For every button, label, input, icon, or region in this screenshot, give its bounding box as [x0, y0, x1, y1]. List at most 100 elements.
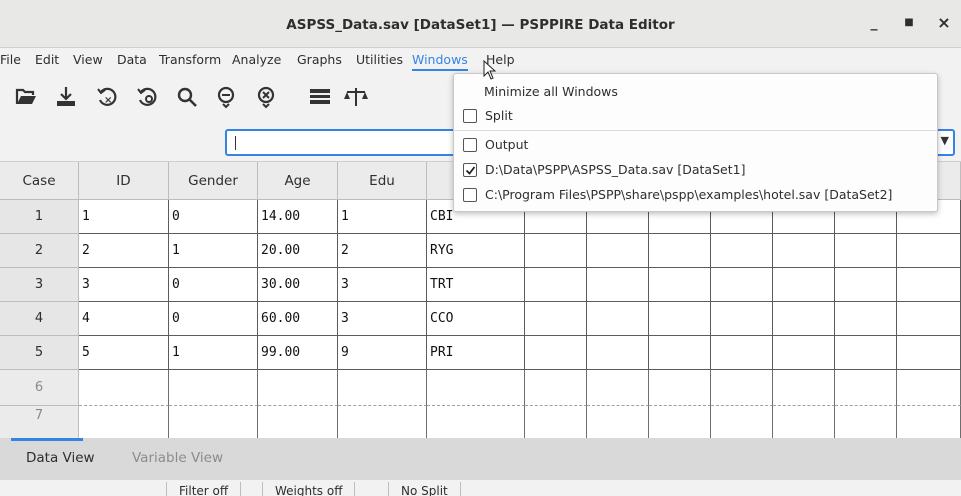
cell-id[interactable]: 3 [79, 268, 169, 302]
cell-edu[interactable]: 2 [338, 234, 427, 268]
menu-file[interactable]: File [0, 52, 21, 67]
empty-cell[interactable] [587, 370, 649, 406]
cell-f[interactable]: TRT [427, 268, 525, 302]
empty-cell[interactable] [169, 406, 258, 438]
tab-data-view[interactable]: Data View [26, 450, 95, 466]
empty-cell[interactable] [835, 336, 897, 370]
empty-cell[interactable] [525, 268, 587, 302]
empty-cell[interactable] [79, 406, 169, 438]
menu-windows[interactable]: Windows [412, 52, 468, 71]
empty-cell[interactable] [711, 302, 773, 336]
menu-item-output[interactable]: Output [454, 133, 937, 157]
empty-cell[interactable] [649, 336, 711, 370]
empty-cell[interactable] [835, 302, 897, 336]
cell-gender[interactable]: 0 [169, 268, 258, 302]
menu-transform[interactable]: Transform [159, 52, 221, 67]
menu-item-minimize-all[interactable]: Minimize all Windows [454, 80, 937, 104]
find-icon[interactable] [173, 83, 201, 111]
insert-variable-icon[interactable] [252, 83, 280, 111]
empty-cell[interactable] [587, 302, 649, 336]
cell-age[interactable]: 14.00 [258, 200, 338, 234]
empty-cell[interactable] [587, 268, 649, 302]
empty-cell[interactable] [525, 302, 587, 336]
empty-cell[interactable] [773, 234, 835, 268]
header-edu[interactable]: Edu [338, 162, 427, 200]
empty-cell[interactable] [649, 234, 711, 268]
empty-cell[interactable] [427, 370, 525, 406]
output-checkbox[interactable] [463, 138, 477, 152]
row-header[interactable]: 4 [0, 302, 79, 336]
empty-cell[interactable] [169, 370, 258, 406]
row-header[interactable]: 6 [0, 370, 79, 406]
goto-variable-icon[interactable] [134, 83, 162, 111]
empty-cell[interactable] [711, 268, 773, 302]
cell-id[interactable]: 5 [79, 336, 169, 370]
empty-cell[interactable] [338, 370, 427, 406]
menu-item-dataset2[interactable]: C:\Program Files\PSPP\share\pspp\example… [454, 183, 937, 207]
empty-cell[interactable] [525, 406, 587, 438]
empty-cell[interactable] [773, 370, 835, 406]
split-file-icon[interactable] [306, 83, 334, 111]
cell-f[interactable]: PRI [427, 336, 525, 370]
empty-cell[interactable] [649, 370, 711, 406]
open-file-icon[interactable] [12, 83, 40, 111]
menu-analyze[interactable]: Analyze [232, 52, 281, 67]
empty-cell[interactable] [649, 302, 711, 336]
empty-cell[interactable] [79, 370, 169, 406]
menu-item-split[interactable]: Split [454, 104, 937, 128]
empty-cell[interactable] [525, 336, 587, 370]
cell-age[interactable]: 99.00 [258, 336, 338, 370]
empty-cell[interactable] [835, 370, 897, 406]
empty-cell[interactable] [897, 336, 961, 370]
menu-data[interactable]: Data [117, 52, 147, 67]
header-age[interactable]: Age [258, 162, 338, 200]
empty-cell[interactable] [773, 336, 835, 370]
row-header[interactable]: 2 [0, 234, 79, 268]
menu-view[interactable]: View [73, 52, 103, 67]
empty-cell[interactable] [587, 336, 649, 370]
empty-cell[interactable] [711, 336, 773, 370]
weight-cases-icon[interactable] [342, 83, 370, 111]
empty-cell[interactable] [773, 406, 835, 438]
row-header[interactable]: 3 [0, 268, 79, 302]
cell-edu[interactable]: 3 [338, 268, 427, 302]
empty-cell[interactable] [525, 234, 587, 268]
empty-cell[interactable] [897, 234, 961, 268]
cell-age[interactable]: 20.00 [258, 234, 338, 268]
cell-edu[interactable]: 1 [338, 200, 427, 234]
empty-cell[interactable] [258, 370, 338, 406]
header-gender[interactable]: Gender [169, 162, 258, 200]
empty-cell[interactable] [711, 406, 773, 438]
empty-cell[interactable] [711, 234, 773, 268]
cell-f[interactable]: CCO [427, 302, 525, 336]
minimize-button[interactable]: _ [864, 13, 884, 33]
maximize-button[interactable]: ■ [899, 13, 919, 33]
cell-age[interactable]: 30.00 [258, 268, 338, 302]
tab-variable-view[interactable]: Variable View [132, 450, 223, 466]
empty-cell[interactable] [587, 406, 649, 438]
dataset1-checkbox[interactable] [463, 163, 477, 177]
empty-cell[interactable] [835, 234, 897, 268]
cell-gender[interactable]: 0 [169, 200, 258, 234]
dropdown-caret-icon[interactable]: ▼ [941, 134, 949, 147]
row-header[interactable]: 7 [0, 406, 79, 438]
save-icon[interactable] [52, 83, 80, 111]
empty-cell[interactable] [338, 406, 427, 438]
cell-edu[interactable]: 3 [338, 302, 427, 336]
split-checkbox[interactable] [463, 109, 477, 123]
empty-cell[interactable] [525, 370, 587, 406]
empty-cell[interactable] [897, 302, 961, 336]
header-id[interactable]: ID [79, 162, 169, 200]
cell-gender[interactable]: 0 [169, 302, 258, 336]
insert-case-icon[interactable] [212, 83, 240, 111]
goto-case-icon[interactable]: × [94, 83, 122, 111]
cell-gender[interactable]: 1 [169, 336, 258, 370]
menu-edit[interactable]: Edit [35, 52, 59, 67]
dataset2-checkbox[interactable] [463, 188, 477, 202]
row-header[interactable]: 1 [0, 200, 79, 234]
cell-edu[interactable]: 9 [338, 336, 427, 370]
empty-cell[interactable] [587, 234, 649, 268]
empty-cell[interactable] [427, 406, 525, 438]
empty-cell[interactable] [711, 370, 773, 406]
empty-cell[interactable] [773, 268, 835, 302]
